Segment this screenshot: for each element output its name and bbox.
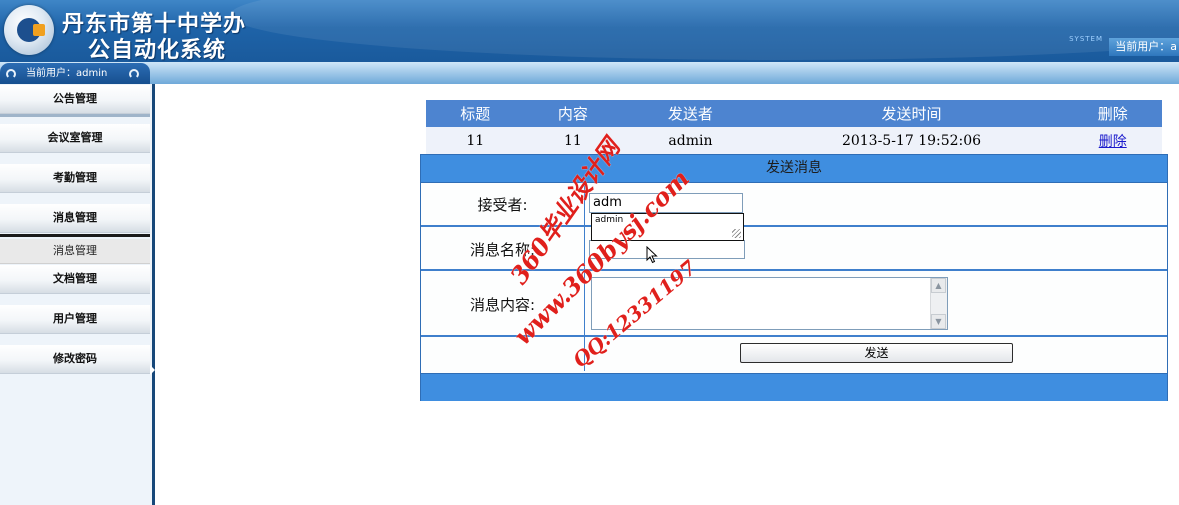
- sidebar-item-attendance[interactable]: 考勤管理: [0, 164, 150, 193]
- receiver-input[interactable]: adm: [589, 193, 743, 213]
- header-current-user: 当前用户：a: [1109, 38, 1179, 56]
- scroll-down-icon[interactable]: ▼: [931, 314, 946, 329]
- current-user-text: 当前用户：admin: [26, 68, 108, 79]
- row-divider: [421, 269, 1167, 271]
- send-button[interactable]: 发送: [740, 343, 1013, 363]
- table-row: 11 11 admin 2013-5-17 19:52:06 删除: [426, 127, 1162, 155]
- cell-title: 11: [426, 127, 525, 155]
- receiver-label: 接受者:: [477, 196, 528, 214]
- sidebar: 公告管理 会议室管理 考勤管理 消息管理 消息管理 文档管理 用户管理 修改密码: [0, 84, 152, 505]
- textarea-scrollbar[interactable]: ▲ ▼: [930, 278, 947, 329]
- sidebar-item-documents[interactable]: 文档管理: [0, 265, 150, 294]
- title-label: 消息名称:: [469, 241, 536, 259]
- form-heading: 发送消息: [421, 155, 1167, 183]
- content-label: 消息内容:: [469, 296, 536, 314]
- sub-bar: [0, 62, 1179, 84]
- resize-grip-icon[interactable]: [732, 229, 741, 238]
- menu-active-divider: [0, 234, 150, 237]
- scroll-up-icon[interactable]: ▲: [931, 278, 946, 293]
- row-divider: [421, 225, 1167, 227]
- message-title-input[interactable]: [589, 240, 745, 259]
- cell-time: 2013-5-17 19:52:06: [759, 127, 1064, 155]
- mouse-cursor-icon: [646, 246, 658, 264]
- right-lamp-icon: [129, 69, 139, 79]
- table-header-row: 标题 内容 发送者 发送时间 删除: [426, 100, 1162, 127]
- autocomplete-dropdown[interactable]: admin: [591, 213, 744, 241]
- current-user-tab: 当前用户：admin: [0, 63, 150, 84]
- form-footer-bar: [421, 373, 1167, 401]
- sidebar-item-change-password[interactable]: 修改密码: [0, 345, 150, 374]
- column-divider: [584, 183, 585, 371]
- sidebar-item-users[interactable]: 用户管理: [0, 305, 150, 334]
- column-header-content: 内容: [524, 100, 622, 127]
- delete-link[interactable]: 删除: [1099, 134, 1127, 150]
- column-header-title: 标题: [426, 100, 525, 127]
- column-header-sender: 发送者: [621, 100, 760, 127]
- autocomplete-option[interactable]: admin: [595, 215, 623, 225]
- cell-content: 11: [524, 127, 622, 155]
- send-message-form: 发送消息 接受者: 消息名称: 消息内容: adm admin ▲ ▼ 发送: [420, 154, 1168, 401]
- message-table: 标题 内容 发送者 发送时间 删除 11 11 admin 2013-5-17 …: [426, 100, 1162, 155]
- sidebar-item-announcements[interactable]: 公告管理: [0, 85, 150, 114]
- submenu-item-messages[interactable]: 消息管理: [0, 239, 150, 264]
- sidebar-splitter[interactable]: [152, 84, 155, 505]
- system-badge: SYSTEM: [1069, 35, 1103, 43]
- sidebar-item-meeting-rooms[interactable]: 会议室管理: [0, 124, 150, 153]
- school-logo-icon: [4, 5, 54, 55]
- menu-divider: [0, 114, 150, 117]
- app-title-line2: 公自动化系统: [88, 37, 227, 62]
- cell-sender: admin: [621, 127, 760, 155]
- column-header-delete: 删除: [1063, 100, 1162, 127]
- logo-dot: [33, 24, 45, 36]
- column-header-time: 发送时间: [759, 100, 1064, 127]
- header-decoration: [230, 0, 1179, 60]
- app-header: 丹东市第十中学办 公自动化系统 SYSTEM 当前用户：a: [0, 0, 1179, 62]
- collapse-arrow-icon[interactable]: [150, 365, 155, 375]
- row-divider: [421, 335, 1167, 337]
- message-content-textarea[interactable]: ▲ ▼: [591, 277, 948, 330]
- left-lamp-icon: [6, 69, 16, 79]
- cell-delete: 删除: [1063, 127, 1162, 155]
- sidebar-item-messages[interactable]: 消息管理: [0, 204, 150, 233]
